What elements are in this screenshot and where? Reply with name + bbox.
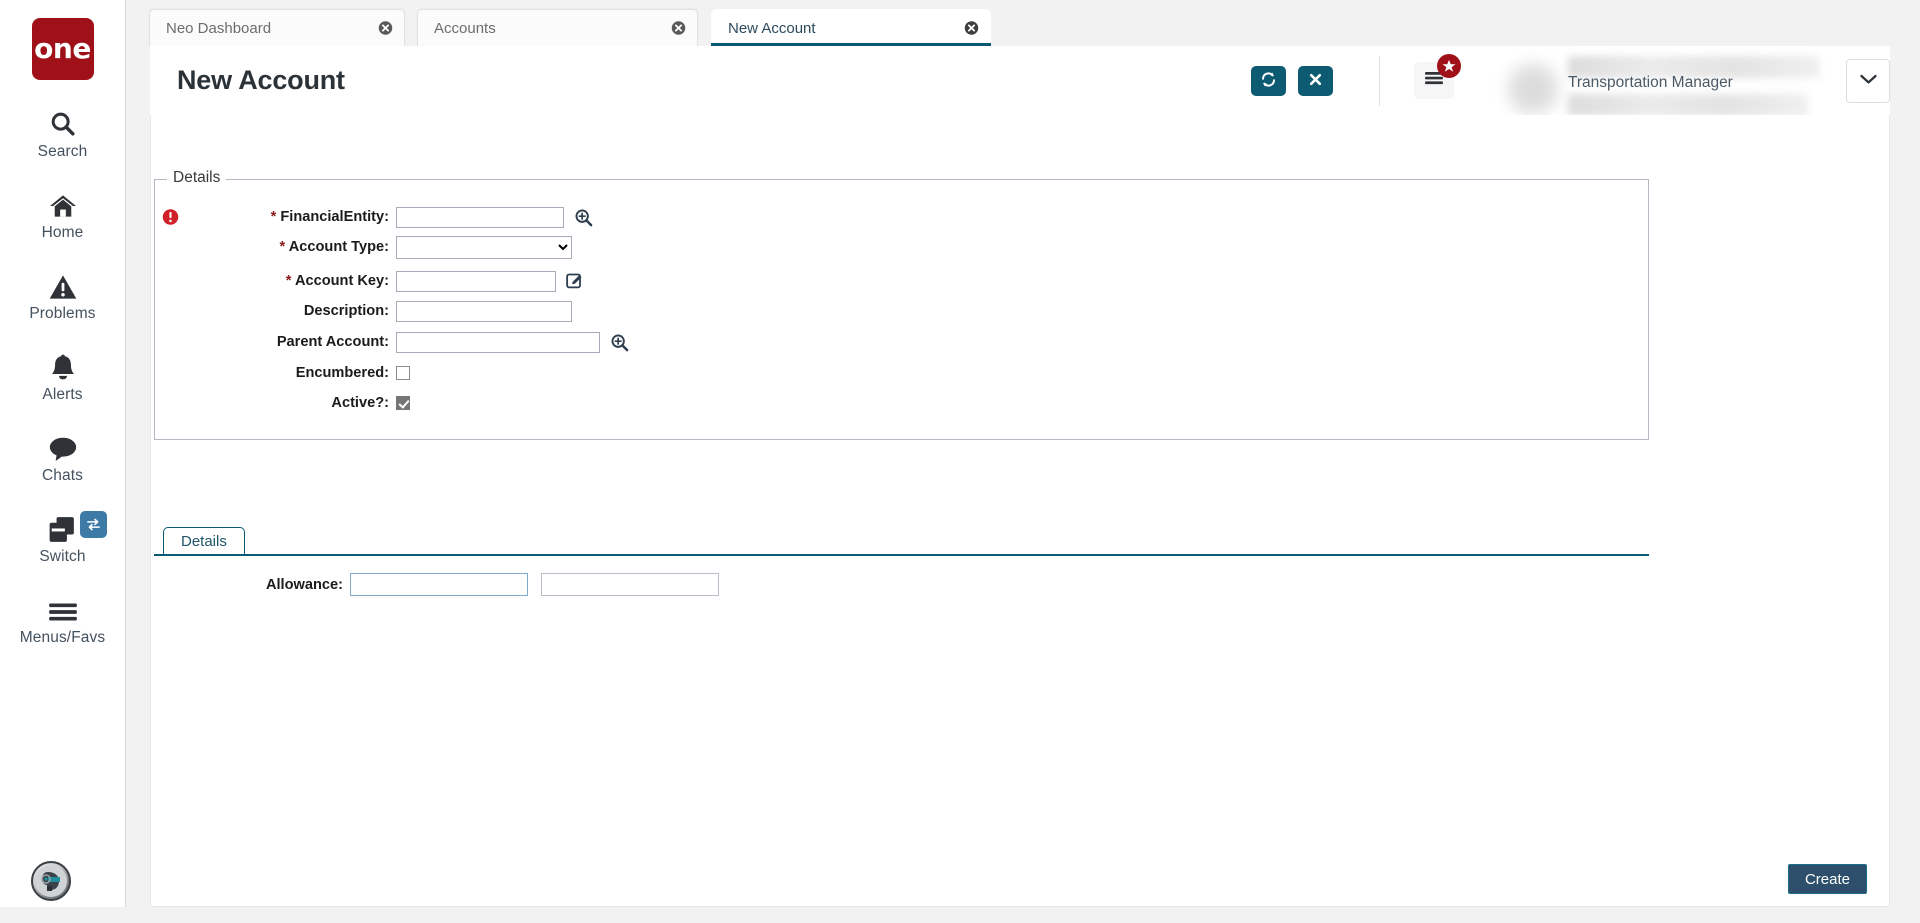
sidebar-item-alerts[interactable]: Alerts [0, 347, 126, 404]
chevron-down-icon [1859, 72, 1877, 90]
field-label-financial-entity: * FinancialEntity: [270, 209, 389, 225]
page-background-left-gutter [126, 46, 150, 923]
allowance-input-primary[interactable] [350, 573, 528, 596]
user-profile-block[interactable]: Transportation Manager [1506, 46, 1828, 116]
header-divider [1379, 55, 1380, 106]
hamburger-icon [48, 590, 78, 624]
details-fieldset: Details * FinancialEntity: * Account Typ… [154, 169, 1649, 440]
tab-label-accounts: Accounts [434, 19, 496, 37]
bell-icon [50, 347, 76, 381]
one-logo-text: one [34, 32, 91, 65]
sub-tab-bar: Details [154, 527, 1649, 556]
user-avatar-blurred [1506, 62, 1560, 116]
sidebar-item-label-chats: Chats [42, 467, 83, 484]
home-icon [48, 185, 78, 219]
page-background-right [1890, 46, 1920, 923]
sub-tab-details-label: Details [181, 533, 227, 550]
field-row-account-key: * Account Key: [200, 270, 584, 292]
user-org-blurred [1568, 94, 1808, 116]
sidebar-item-label-alerts: Alerts [42, 386, 83, 403]
left-sidebar: one Search Home Problems Alerts Chats Sw… [0, 0, 126, 923]
sidebar-item-chats[interactable]: Chats [0, 428, 126, 485]
page-title: New Account [177, 65, 345, 95]
magnifier-plus-icon-financial-entity[interactable] [574, 208, 593, 227]
field-row-active: Active?: [200, 392, 410, 414]
encumbered-checkbox[interactable] [396, 366, 410, 380]
details-legend: Details [167, 169, 227, 187]
parent-account-input[interactable] [396, 331, 600, 353]
sub-tab-details[interactable]: Details [163, 527, 245, 555]
field-label-parent-account: Parent Account: [276, 334, 389, 350]
field-label-account-key: * Account Key: [285, 273, 389, 289]
field-label-active: Active?: [331, 395, 389, 411]
header-actions: Transportation Manager [1239, 46, 1890, 116]
field-label-description: Description: [303, 303, 389, 319]
sidebar-item-label-menus-favs: Menus/Favs [19, 629, 106, 646]
sidebar-item-label-search: Search [37, 143, 88, 160]
edit-pencil-icon-account-key[interactable] [566, 272, 584, 290]
tab-label-new-account: New Account [728, 19, 816, 37]
chat-bubble-icon [48, 428, 78, 462]
tab-close-icon-accounts[interactable] [671, 21, 686, 36]
sub-tab-underline [154, 554, 1649, 556]
field-row-encumbered: Encumbered: [200, 362, 410, 384]
star-icon [1437, 54, 1461, 78]
sidebar-item-search[interactable]: Search [0, 104, 126, 161]
sidebar-item-home[interactable]: Home [0, 185, 126, 242]
content-panel: Details * FinancialEntity: * Account Typ… [150, 115, 1890, 907]
user-menu-toggle[interactable] [1846, 58, 1890, 103]
allowance-label: Allowance: [265, 576, 343, 593]
close-page-button[interactable] [1298, 65, 1333, 96]
sidebar-item-menus-favs[interactable]: Menus/Favs [0, 590, 126, 647]
tab-bar: Neo Dashboard Accounts New Account [126, 0, 1920, 46]
refresh-button[interactable] [1251, 65, 1286, 96]
sidebar-item-label-home: Home [41, 224, 84, 241]
sidebar-item-switch[interactable]: Switch [0, 509, 126, 566]
field-row-parent-account: Parent Account: [200, 331, 629, 353]
warning-triangle-icon [49, 266, 77, 300]
active-checkbox[interactable] [396, 396, 410, 410]
windows-stack-icon [48, 509, 78, 543]
footer-strip [0, 907, 1920, 923]
tab-close-icon-new-account[interactable] [964, 21, 979, 36]
robot-head-avatar-icon[interactable] [31, 861, 71, 901]
create-button[interactable]: Create [1787, 864, 1867, 894]
close-x-icon [1308, 72, 1323, 90]
refresh-icon [1260, 71, 1277, 91]
tab-close-icon-neo-dashboard[interactable] [378, 21, 393, 36]
magnifier-plus-icon-parent-account[interactable] [610, 333, 629, 352]
field-row-description: Description: [200, 300, 572, 322]
user-role-label: Transportation Manager [1568, 74, 1733, 91]
allowance-row: Allowance: [154, 573, 719, 596]
tab-label-neo-dashboard: Neo Dashboard [166, 19, 272, 37]
one-logo[interactable]: one [31, 18, 94, 80]
tab-new-account[interactable]: New Account [711, 9, 991, 46]
description-input[interactable] [396, 300, 572, 322]
application-root: one Search Home Problems Alerts Chats Sw… [0, 0, 1920, 923]
swap-arrows-icon[interactable] [79, 511, 107, 538]
tab-accounts[interactable]: Accounts [417, 9, 698, 46]
sidebar-item-label-problems: Problems [29, 305, 96, 322]
error-icon-financial-entity [162, 209, 179, 226]
page-header: New Account Transportation Manager [150, 46, 1890, 116]
sidebar-item-label-switch: Switch [39, 548, 86, 565]
field-row-account-type: * Account Type: [200, 235, 572, 259]
field-label-account-type: * Account Type: [279, 239, 389, 255]
account-type-select[interactable] [396, 235, 572, 259]
account-key-input[interactable] [396, 270, 556, 292]
search-icon [49, 104, 77, 138]
header-menu-button[interactable] [1414, 54, 1461, 99]
allowance-input-secondary[interactable] [541, 573, 719, 596]
financial-entity-input[interactable] [396, 206, 564, 228]
field-row-financial-entity: * FinancialEntity: [162, 206, 593, 228]
field-label-encumbered: Encumbered: [295, 365, 389, 381]
tab-neo-dashboard[interactable]: Neo Dashboard [149, 9, 405, 46]
sidebar-item-problems[interactable]: Problems [0, 266, 126, 323]
